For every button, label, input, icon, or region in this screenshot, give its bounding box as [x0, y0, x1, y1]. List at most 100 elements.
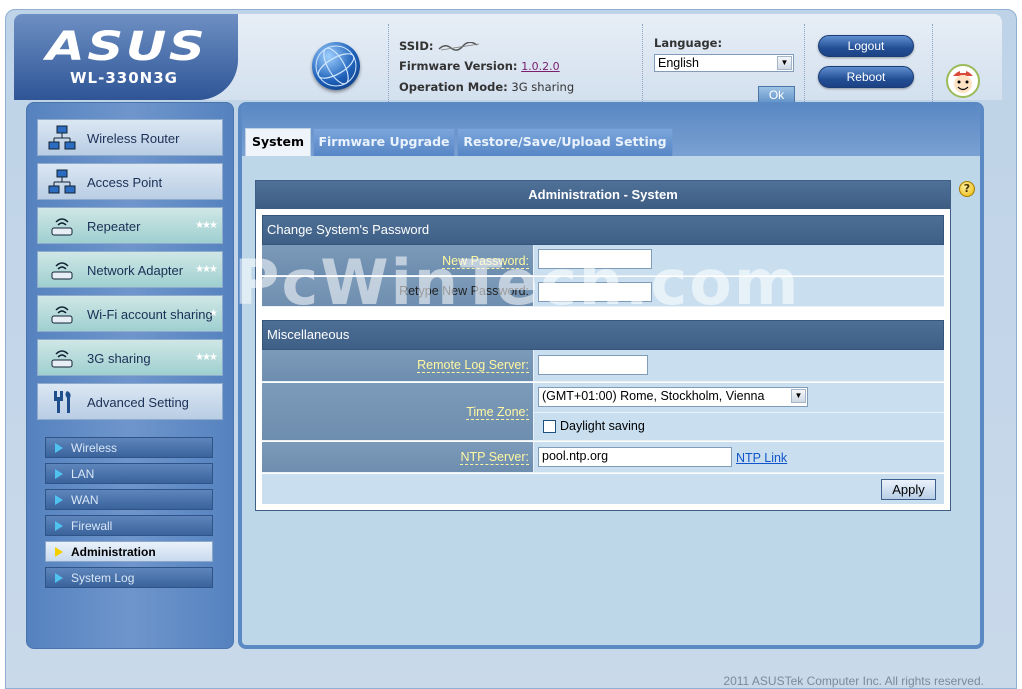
opmode-value: 3G sharing	[511, 80, 575, 94]
new-password-row: New Password:	[262, 245, 944, 276]
footer-copyright: 2011 ASUSTek Computer Inc. All rights re…	[723, 674, 984, 688]
retype-password-label: Retype New Password:	[262, 277, 534, 306]
submenu-item-wireless[interactable]: Wireless	[45, 437, 213, 458]
ssid-obscured-scribble	[438, 41, 480, 51]
language-box: Language: English ▼ Ok	[654, 36, 795, 105]
arrow-right-icon	[55, 469, 63, 479]
timezone-label: Time Zone:	[262, 383, 534, 440]
sidebar-item-wireless-router[interactable]: Wireless Router	[37, 119, 223, 156]
submenu-label: Firewall	[71, 519, 113, 533]
language-select[interactable]: English ▼	[654, 54, 794, 72]
row-divider	[534, 412, 944, 413]
arrow-right-icon	[55, 443, 63, 453]
firmware-label: Firmware Version:	[399, 59, 518, 73]
system-info: SSID: Firmware Version: 1.0.2.0 Operatio…	[399, 36, 574, 97]
language-value: English	[658, 56, 699, 70]
sidebar-item-network-adapter[interactable]: Network Adapter ★★★	[37, 251, 223, 288]
header: ASUS WL-330N3G SSID: Firmware Version: 1	[14, 14, 1002, 105]
network-icon	[48, 169, 76, 194]
sidebar-item-label: Wireless Router	[87, 131, 180, 146]
sidebar-item-access-point[interactable]: Access Point	[37, 163, 223, 200]
mascot-face-icon	[946, 64, 980, 98]
language-label: Language:	[654, 36, 723, 50]
sidebar-item-repeater[interactable]: Repeater ★★★	[37, 207, 223, 244]
tab-restore-save-upload[interactable]: Restore/Save/Upload Setting	[457, 128, 673, 156]
submenu-item-lan[interactable]: LAN	[45, 463, 213, 484]
submenu-label: WAN	[71, 493, 99, 507]
submenu-label: Wireless	[71, 441, 118, 455]
reboot-button[interactable]: Reboot	[818, 66, 914, 88]
sidebar-item-3g-sharing[interactable]: 3G sharing ★★★	[37, 339, 223, 376]
daylight-saving-label: Daylight saving	[560, 419, 645, 433]
submenu-item-administration[interactable]: Administration	[45, 541, 213, 562]
help-icon[interactable]: ?	[959, 181, 975, 197]
tab-firmware-upgrade[interactable]: Firmware Upgrade	[313, 128, 455, 156]
sidebar-item-label: Advanced Setting	[87, 395, 189, 410]
apply-button[interactable]: Apply	[881, 479, 936, 500]
opmode-label: Operation Mode:	[399, 80, 508, 94]
panel-title: Administration - System	[256, 181, 950, 209]
password-section-header: Change System's Password	[262, 215, 944, 245]
wrench-icon	[54, 391, 71, 413]
arrow-right-icon	[55, 573, 63, 583]
submenu-label: LAN	[71, 467, 95, 481]
submenu-item-firewall[interactable]: Firewall	[45, 515, 213, 536]
asus-logo: ASUS	[46, 24, 208, 70]
globe-icon	[312, 42, 360, 90]
arrow-right-icon	[55, 547, 63, 557]
sparkle-icon: ★★★	[195, 220, 218, 231]
retype-password-field[interactable]	[538, 282, 652, 302]
sidebar-item-wifi-account-sharing[interactable]: Wi-Fi account sharing ★	[37, 295, 223, 332]
brand-panel: ASUS WL-330N3G	[14, 14, 238, 100]
new-password-field[interactable]	[538, 249, 652, 269]
wifi-device-icon	[51, 306, 73, 324]
timezone-value: (GMT+01:00) Rome, Stockholm, Vienna	[542, 389, 765, 403]
remote-log-field[interactable]	[538, 355, 648, 375]
new-password-label: New Password:	[262, 245, 534, 275]
misc-section-header: Miscellaneous	[262, 320, 944, 350]
sidebar: Wireless Router Access Point Repeater ★★…	[26, 102, 234, 649]
sidebar-item-label: 3G sharing	[87, 351, 151, 366]
remote-log-label: Remote Log Server:	[262, 350, 534, 381]
sidebar-item-label: Wi-Fi account sharing	[87, 307, 213, 322]
router-admin-frame: ASUS WL-330N3G SSID: Firmware Version: 1	[5, 9, 1017, 689]
ntp-server-field[interactable]: pool.ntp.org	[538, 447, 732, 467]
ntp-link[interactable]: NTP Link	[736, 451, 787, 465]
ntp-row: NTP Server: pool.ntp.org NTP Link	[262, 442, 944, 473]
network-icon	[48, 125, 76, 150]
submenu-item-wan[interactable]: WAN	[45, 489, 213, 510]
header-divider	[804, 24, 805, 104]
timezone-row: Time Zone: (GMT+01:00) Rome, Stockholm, …	[262, 383, 944, 441]
sparkle-icon: ★★★	[195, 352, 218, 363]
firmware-version-link[interactable]: 1.0.2.0	[521, 60, 559, 73]
header-divider	[642, 24, 643, 104]
sidebar-item-label: Access Point	[87, 175, 163, 190]
timezone-select[interactable]: (GMT+01:00) Rome, Stockholm, Vienna ▼	[538, 387, 808, 407]
ssid-label: SSID:	[399, 39, 434, 53]
daylight-saving-checkbox[interactable]	[543, 420, 556, 433]
submenu-item-system-log[interactable]: System Log	[45, 567, 213, 588]
ntp-label: NTP Server:	[262, 442, 534, 472]
sidebar-item-label: Network Adapter	[87, 263, 184, 278]
wifi-device-icon	[51, 350, 73, 368]
header-divider	[932, 24, 933, 104]
tab-bar: System Firmware Upgrade Restore/Save/Upl…	[242, 106, 980, 156]
main-content: System Firmware Upgrade Restore/Save/Upl…	[238, 102, 984, 649]
wifi-device-icon	[51, 262, 73, 280]
apply-row	[262, 474, 944, 504]
sparkle-icon: ★	[209, 308, 218, 319]
tab-system[interactable]: System	[245, 128, 311, 156]
submenu-label: System Log	[71, 571, 135, 585]
sidebar-item-label: Repeater	[87, 219, 141, 234]
chevron-down-icon: ▼	[777, 56, 792, 70]
submenu-label: Administration	[71, 545, 156, 559]
sidebar-item-advanced-setting[interactable]: Advanced Setting	[37, 383, 223, 420]
arrow-right-icon	[55, 495, 63, 505]
model-name: WL-330N3G	[70, 69, 178, 87]
wifi-device-icon	[51, 218, 73, 236]
retype-password-row: Retype New Password:	[262, 277, 944, 307]
header-divider	[388, 24, 389, 104]
arrow-right-icon	[55, 521, 63, 531]
remote-log-row: Remote Log Server:	[262, 350, 944, 382]
logout-button[interactable]: Logout	[818, 35, 914, 57]
